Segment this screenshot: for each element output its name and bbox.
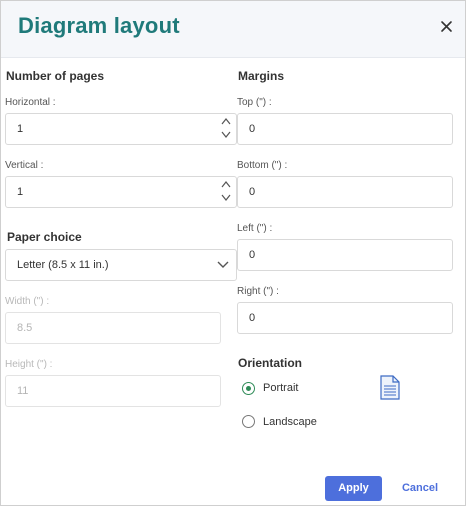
height-label: Height (") : [5, 359, 53, 370]
cancel-button[interactable]: Cancel [397, 476, 443, 501]
top-margin-value: 0 [249, 123, 256, 135]
width-label: Width (") : [5, 296, 50, 307]
horizontal-spinner-icon[interactable] [220, 115, 232, 141]
orientation-heading: Orientation [238, 356, 303, 370]
dialog-header: Diagram layout [1, 1, 465, 58]
bottom-margin-value: 0 [249, 186, 256, 198]
vertical-pages-value: 1 [17, 186, 24, 198]
number-of-pages-heading: Number of pages [6, 69, 105, 83]
horizontal-pages-input[interactable]: 1 [5, 113, 237, 145]
height-value: 11 [17, 385, 29, 397]
horizontal-label: Horizontal : [5, 97, 56, 108]
width-input: 8.5 [5, 312, 221, 344]
paper-size-select[interactable]: Letter (8.5 x 11 in.) [5, 249, 237, 281]
apply-button[interactable]: Apply [325, 476, 382, 501]
top-margin-input[interactable]: 0 [237, 113, 453, 145]
portrait-page-icon [380, 375, 400, 400]
left-margin-label: Left (") : [237, 223, 273, 234]
dialog-title: Diagram layout [18, 13, 180, 38]
horizontal-pages-value: 1 [17, 123, 24, 135]
diagram-layout-dialog: Diagram layout Number of pages Horizonta… [0, 0, 466, 506]
chevron-down-icon[interactable] [216, 260, 230, 270]
left-margin-value: 0 [249, 249, 256, 261]
width-value: 8.5 [17, 322, 33, 334]
right-margin-label: Right (") : [237, 286, 279, 297]
vertical-spinner-icon[interactable] [220, 178, 232, 204]
top-margin-label: Top (") : [237, 97, 272, 108]
paper-size-selected: Letter (8.5 x 11 in.) [17, 259, 109, 271]
vertical-pages-input[interactable]: 1 [5, 176, 237, 208]
bottom-margin-input[interactable]: 0 [237, 176, 453, 208]
right-margin-value: 0 [249, 312, 256, 324]
height-input: 11 [5, 375, 221, 407]
close-icon[interactable] [438, 18, 456, 36]
landscape-radio[interactable] [242, 415, 255, 428]
vertical-label: Vertical : [5, 160, 44, 171]
portrait-label[interactable]: Portrait [263, 382, 298, 394]
margins-heading: Margins [238, 69, 285, 83]
right-margin-input[interactable]: 0 [237, 302, 453, 334]
portrait-radio[interactable] [242, 382, 255, 395]
left-margin-input[interactable]: 0 [237, 239, 453, 271]
bottom-margin-label: Bottom (") : [237, 160, 288, 171]
paper-choice-heading: Paper choice [7, 230, 82, 244]
landscape-label[interactable]: Landscape [263, 416, 317, 428]
